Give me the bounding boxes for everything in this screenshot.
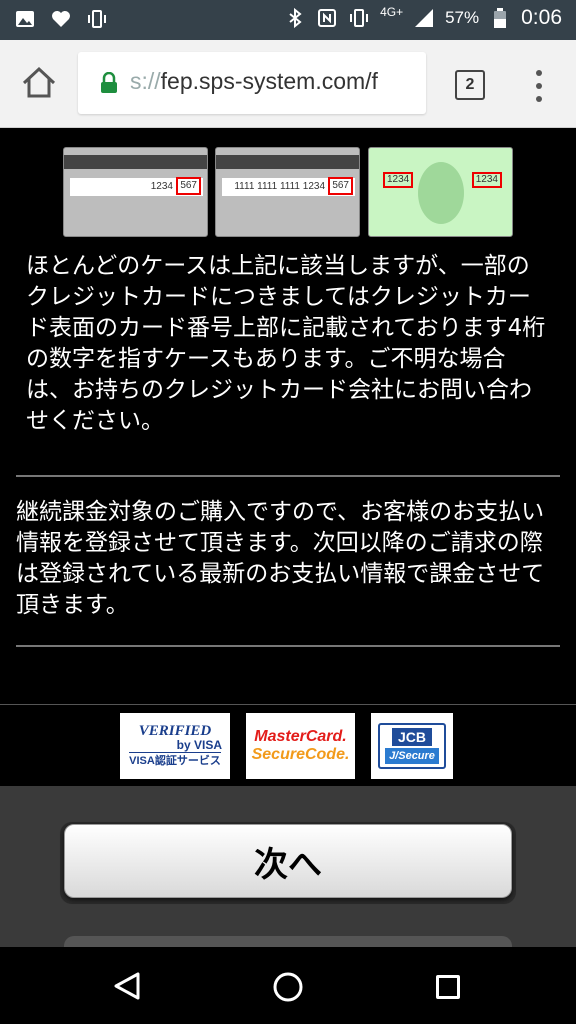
verified-by-visa-logo: VERIFIED by VISA VISA認証サービス — [120, 713, 230, 779]
front-code-right: 1234 — [471, 172, 502, 188]
system-indicators: 4G+ 57% 0:06 — [284, 5, 562, 30]
security-code-highlight: 567 — [328, 177, 353, 195]
card-number: 1111 1111 1111 1234 — [234, 181, 325, 192]
recurring-billing-note: 継続課金対象のご購入ですので、お客様のお支払い情報を登録させて頂きます。次回以降… — [16, 499, 545, 618]
home-button[interactable] — [18, 62, 60, 104]
vibrate-icon — [348, 7, 370, 29]
status-bar: 4G+ 57% 0:06 — [0, 0, 576, 40]
jcb-jsecure-logo: JCB J/Secure — [371, 713, 453, 779]
back-triangle-icon — [114, 972, 140, 1000]
home-nav-button[interactable] — [272, 971, 304, 1003]
card-number: 1234 — [150, 181, 173, 192]
menu-dot — [536, 96, 542, 102]
url-bar[interactable]: s://fep.sps-system.com/f — [78, 52, 426, 114]
magnetic-stripe — [64, 155, 207, 169]
menu-dot — [536, 70, 542, 76]
divider — [16, 645, 560, 647]
signal-icon — [413, 7, 435, 29]
home-circle-icon — [273, 972, 303, 1002]
lock-icon — [100, 71, 118, 94]
back-button[interactable] — [112, 971, 142, 1001]
card-back-example-1: 1234 567 — [63, 147, 208, 237]
notification-icons — [14, 8, 108, 30]
nfc-icon — [316, 7, 338, 29]
page-content: 1234 567 1111 1111 1111 1234 567 1234 12… — [0, 129, 576, 966]
action-area: 次へ — [0, 786, 576, 966]
card-hologram — [418, 162, 464, 224]
image-icon — [14, 8, 36, 30]
card-examples: 1234 567 1111 1111 1111 1234 567 1234 12… — [63, 147, 513, 237]
next-button[interactable]: 次へ — [64, 824, 512, 898]
card-front-example: 1234 1234 — [368, 147, 513, 237]
front-code-left: 1234 — [383, 172, 414, 188]
security-code-highlight: 567 — [176, 177, 201, 195]
bluetooth-icon — [284, 7, 306, 29]
card-back-example-2: 1111 1111 1111 1234 567 — [215, 147, 360, 237]
battery-icon — [489, 7, 511, 29]
clock: 0:06 — [521, 6, 562, 29]
heart-icon — [50, 8, 72, 30]
network-type: 4G+ — [380, 5, 404, 19]
mastercard-securecode-logo: MasterCard. SecureCode. — [246, 713, 355, 779]
menu-dot — [536, 83, 542, 89]
magnetic-stripe — [216, 155, 359, 169]
url-text[interactable]: s://fep.sps-system.com/f — [130, 68, 420, 100]
navigation-bar — [0, 947, 576, 1024]
tab-switcher-button[interactable]: 2 — [455, 70, 485, 100]
vibrate-icon — [86, 8, 108, 30]
recent-apps-button[interactable] — [436, 975, 460, 999]
home-icon — [22, 66, 56, 98]
overflow-menu-button[interactable] — [524, 66, 554, 106]
divider — [16, 475, 560, 477]
browser-toolbar: s://fep.sps-system.com/f 2 — [0, 40, 576, 128]
security-code-note: ほとんどのケースは上記に該当しますが、一部のクレジットカードにつきましてはクレジ… — [26, 253, 546, 434]
security-logos: VERIFIED by VISA VISA認証サービス MasterCard. … — [0, 704, 576, 786]
battery-percent: 57% — [445, 8, 480, 27]
